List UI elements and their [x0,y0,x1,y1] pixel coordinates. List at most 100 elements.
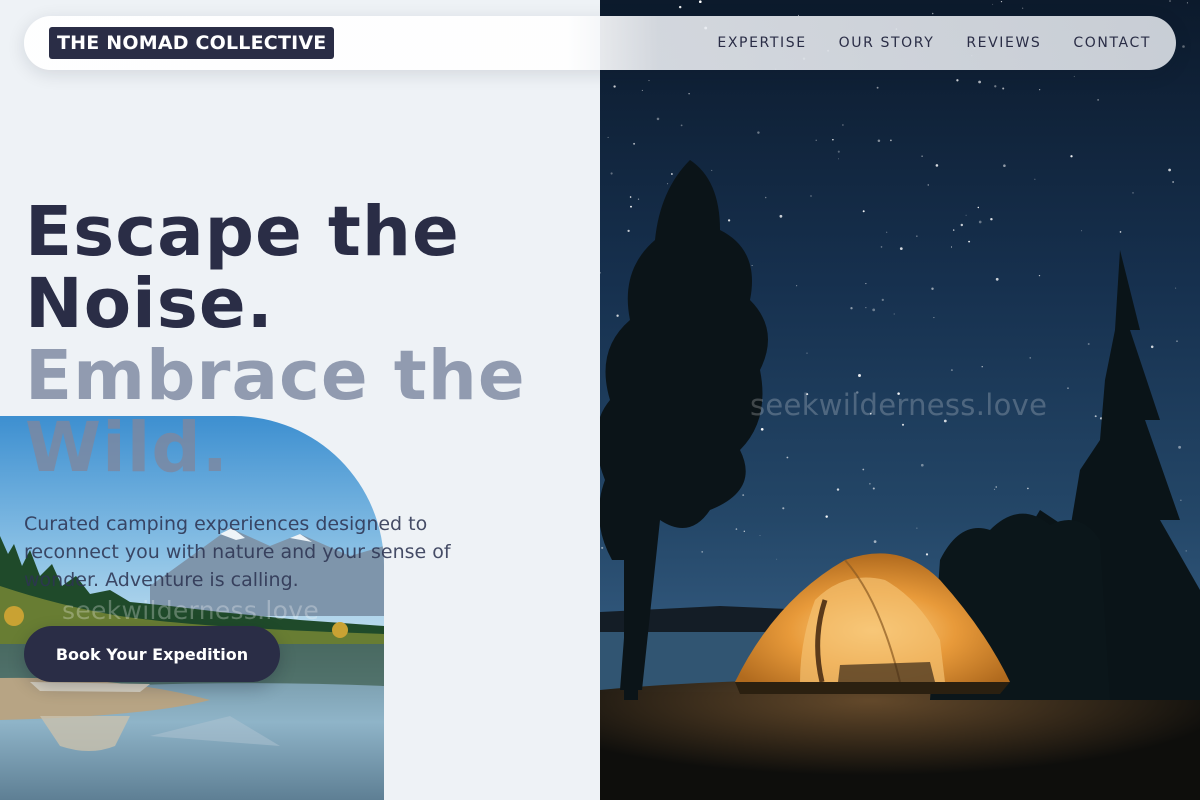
star [637,198,640,200]
star [1038,274,1041,277]
headline-line: Wild. [25,408,230,488]
star [633,142,636,145]
star [872,487,875,490]
star [751,265,753,266]
star [897,392,900,395]
star [757,131,760,134]
star [931,12,934,15]
star [916,527,918,529]
star [837,150,840,153]
book-expedition-button[interactable]: Book Your Expedition [24,626,280,682]
nav-links: EXPERTISE OUR STORY REVIEWS CONTACT [717,16,1151,70]
star [880,246,883,248]
star [838,158,839,160]
star [680,124,683,127]
star [735,528,738,530]
top-navbar: THE NOMAD COLLECTIVE EXPERTISE OUR STORY… [24,16,1176,70]
star [727,219,731,222]
star [992,3,994,5]
headline-line: Noise. [25,264,274,344]
star [1029,357,1031,359]
star [869,482,871,485]
star [629,196,632,198]
star [1178,445,1182,449]
star [613,85,616,88]
star [1168,168,1171,172]
star [931,287,934,290]
star [806,352,808,354]
star [842,124,844,126]
star [877,139,881,142]
star [1039,89,1041,91]
star [1169,0,1171,2]
nav-link-our-story[interactable]: OUR STORY [839,35,935,51]
star [893,313,895,315]
star [1097,99,1099,101]
star [858,374,861,377]
star [890,139,892,142]
star [782,507,785,510]
star [832,139,834,141]
star [1081,230,1083,232]
star [764,196,767,199]
star [743,530,745,532]
star [1150,345,1154,349]
star [1094,415,1097,418]
star [627,229,630,233]
star [865,283,867,285]
star [810,195,812,197]
star [1003,164,1006,167]
star [1182,45,1185,48]
star [1073,75,1075,78]
star [901,423,905,426]
star [711,169,713,171]
star [1087,343,1090,345]
star [1070,155,1073,158]
star [993,488,996,491]
star [601,546,604,549]
star [806,393,809,396]
star [916,235,918,237]
nav-link-contact[interactable]: CONTACT [1073,35,1151,51]
star [952,229,955,231]
headline-line: Embrace the [25,336,526,416]
star [760,427,764,431]
star [759,535,761,537]
star [981,366,983,368]
brand-logo[interactable]: THE NOMAD COLLECTIVE [49,27,335,59]
star [943,419,947,423]
star [1132,192,1134,194]
landing-page: seekwilderness.love seekwilderness.love … [0,0,1200,800]
star [1022,7,1024,9]
star [742,494,745,497]
star [1172,181,1174,183]
hero-headline: Escape the Noise. Embrace the Wild. [25,196,625,484]
star [925,553,929,556]
star [956,79,959,82]
star [688,93,690,95]
star [935,164,939,167]
star [978,220,982,224]
star [1067,387,1069,389]
star [920,463,924,467]
star [1034,178,1036,180]
star [862,210,865,213]
nav-link-expertise[interactable]: EXPERTISE [717,35,806,51]
star [648,80,650,82]
star [856,391,859,394]
star [1180,499,1182,501]
star [1119,231,1122,233]
star [921,155,923,157]
star [796,285,798,287]
star [965,214,967,216]
star [1002,87,1005,90]
star [881,298,884,302]
star [630,205,632,208]
star [968,240,971,243]
star [1176,340,1178,342]
star [825,515,828,518]
nav-link-reviews[interactable]: REVIEWS [966,35,1041,51]
star [1186,2,1188,4]
star [960,223,964,227]
star [876,86,879,89]
